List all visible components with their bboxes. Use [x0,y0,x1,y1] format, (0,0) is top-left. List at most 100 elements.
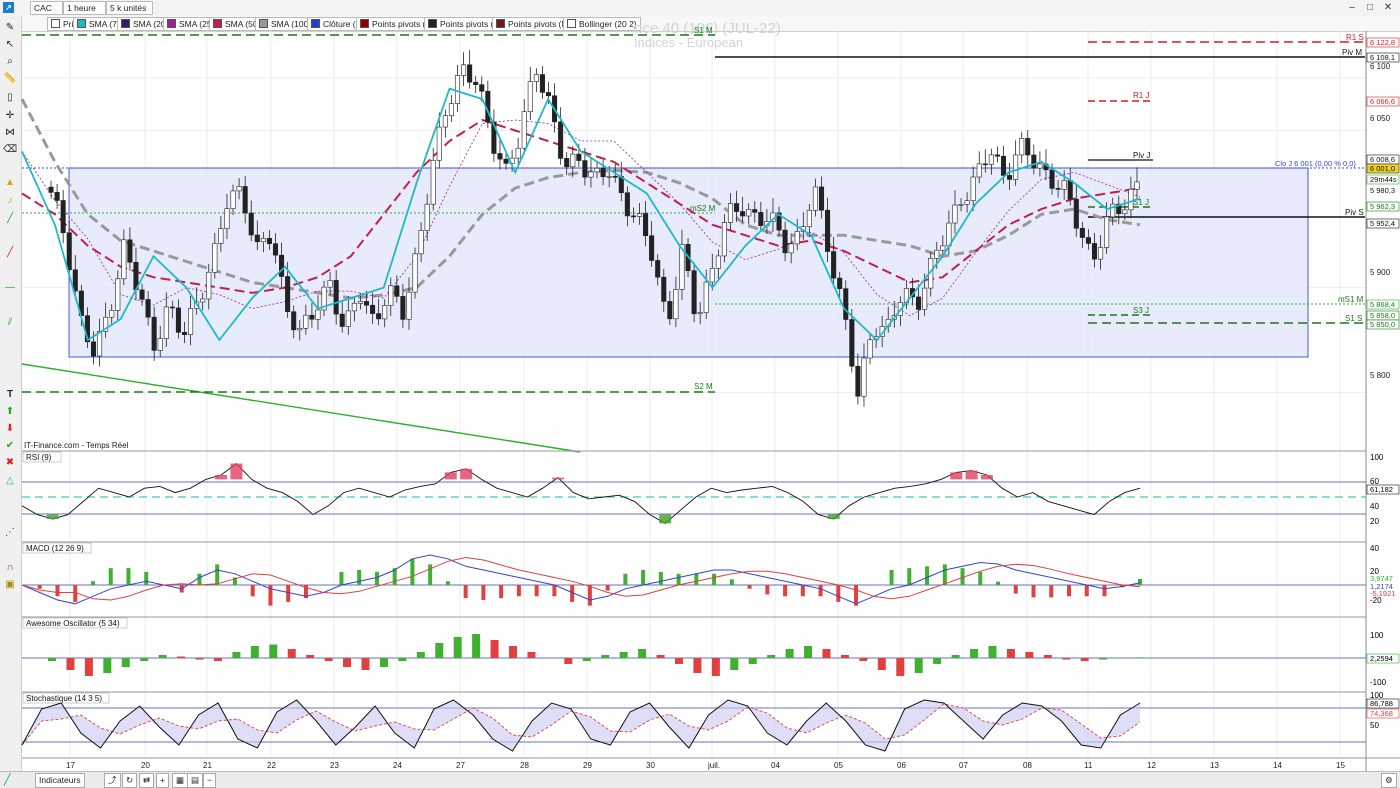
candle-down [843,288,849,320]
ao-bar [269,644,278,658]
zoom-in-icon[interactable]: + [156,773,169,788]
x-tick-label: juil. [707,761,720,770]
x-tick-label: 13 [1210,761,1219,770]
candle-down [467,64,473,83]
candle-up [121,239,127,280]
candle-up [430,159,436,205]
zoom-out-icon[interactable]: − [203,773,216,788]
candle-up [1061,180,1067,190]
ao-bar [527,652,536,658]
ao-bar [398,658,407,661]
macd-hist-bar [729,579,734,585]
x-tick-label: 12 [1147,761,1156,770]
candle-up [958,203,964,206]
ao-bar [324,658,333,661]
macd-panel[interactable]: MACD (12 26 9) [21,542,1366,606]
rsi-panel[interactable]: RSI (9) [21,451,1366,524]
ao-bar [859,658,868,661]
macd-hist-bar [55,585,60,597]
candle-down [242,186,248,214]
ao-bar [674,658,683,664]
share-icon[interactable]: ⤴ [104,773,121,788]
candle-down [54,192,60,201]
ao-bar [84,658,93,676]
layout-icon[interactable]: ▤ [187,773,204,788]
ao-bar [103,658,112,673]
chart-canvas[interactable]: nce 40 (10€) (JUL-22) Indices - European… [0,0,1400,787]
ao-bar [970,649,979,658]
candle-down [643,213,649,237]
candle-down [181,332,188,335]
macd-hist-bar [836,585,841,602]
candle-up [236,186,242,192]
x-tick-label: 23 [330,761,339,770]
pivot-label-s1m: S1 M [694,26,713,35]
trendline[interactable] [21,363,581,453]
candle-down [667,301,673,320]
macd-hist-bar [676,573,681,585]
candle-down [831,251,837,279]
x-tick-label: 08 [1023,761,1032,770]
stoch-panel[interactable]: Stochastique (14 3 5) [21,692,1366,752]
ao-bar [767,655,776,658]
rsi-oversold-fill [827,514,840,519]
macd-hist-bar [126,568,131,585]
macd-hist-bar [1102,585,1107,597]
candle-down [1073,198,1079,229]
ao-bar [232,652,241,658]
macd-hist-bar [1013,585,1018,594]
price-tag-text: 6 108,1 [1370,53,1395,62]
candle-down [624,192,630,217]
candle-up [224,208,230,229]
ao-panel[interactable]: Awesome Oscillator (5 34) [22,617,1366,676]
candle-down [60,200,66,234]
candle-down [558,121,564,159]
candle-up [673,289,679,320]
candle-up [940,245,946,251]
candle-up [709,268,715,283]
candle-down [782,229,788,254]
candle-up [345,310,351,327]
stoch-value: 74,368 [1370,709,1393,718]
compare-icon[interactable]: ⇄ [139,773,155,788]
macd-hist-bar [854,585,859,606]
tools-icon[interactable]: ╱ [4,773,11,786]
macd-hist-bar [339,571,344,585]
candle-up [934,249,940,259]
candle-down [363,301,370,306]
ao-bar [804,646,813,658]
settings-icon[interactable]: ⚙ [1381,773,1397,788]
macd-hist-bar [499,585,504,599]
candle-up [588,171,594,178]
candle-up [703,281,709,313]
candle-up [812,186,818,211]
pivot-label-pivs: Piv S [1345,208,1364,217]
candle-down [175,307,181,333]
candle-down [539,74,545,93]
stoch-value: 86,788 [1370,699,1393,708]
grid-icon[interactable]: ▦ [172,773,189,788]
candle-up [636,213,643,217]
ao-bar [1080,658,1089,661]
x-tick-label: 21 [203,761,212,770]
candle-up [454,75,461,104]
candle-up [867,339,873,359]
candle-down [612,175,618,178]
bottom-bar: ╱ Indicateurs ⤴ ↻ ⇄ + ▦ ▤ − ⚙ [0,771,1400,788]
macd-hist-bar [889,570,894,585]
ao-bar [158,655,167,658]
candle-down [600,167,606,178]
ao-bar [121,658,130,667]
candle-down [1000,155,1007,176]
candle-down [48,186,54,193]
indicators-button[interactable]: Indicateurs [35,773,85,788]
candle-up [97,331,103,357]
candle-up [115,278,121,311]
x-tick-label: 24 [393,761,402,770]
ao-bar [1025,652,1034,658]
rsi-tick: 40 [1370,502,1379,511]
candle-down [994,154,1000,157]
ao-bar [361,658,370,670]
refresh-icon[interactable]: ↻ [122,773,138,788]
ao-bar [195,658,204,660]
